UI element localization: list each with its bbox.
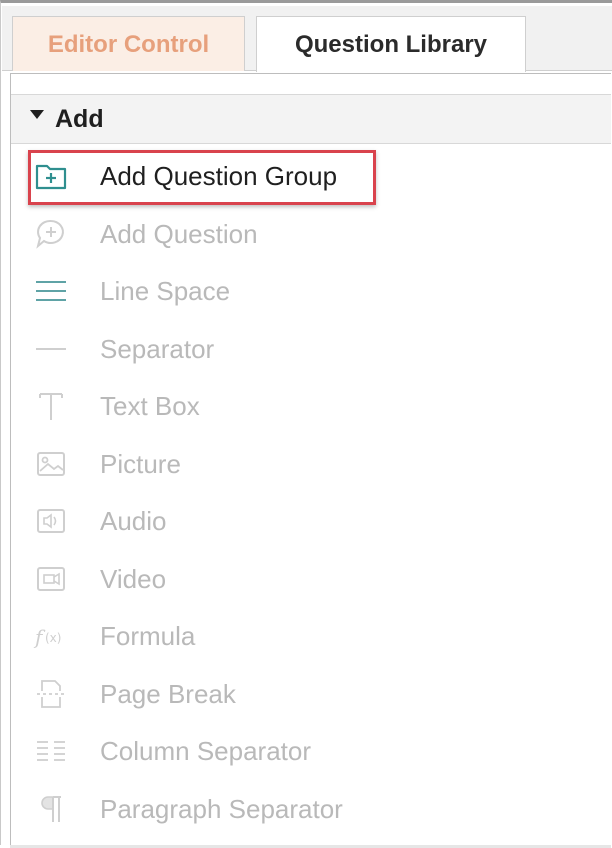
folder-plus-icon <box>33 158 69 194</box>
item-label: Line Space <box>100 276 231 306</box>
text-t-icon <box>33 388 69 424</box>
section-title: Add <box>55 105 104 133</box>
text-box-item[interactable]: Text Box <box>11 380 611 432</box>
tab-editor-control[interactable]: Editor Control <box>12 16 245 71</box>
item-label: Page Break <box>100 679 236 709</box>
line-space-item[interactable]: Line Space <box>11 265 611 317</box>
caret-down-icon <box>30 110 44 119</box>
video-item[interactable]: Video <box>11 553 611 605</box>
item-label: Separator <box>100 334 215 364</box>
audio-icon <box>33 503 69 539</box>
page-break-icon <box>33 676 69 712</box>
item-label: Picture <box>100 449 181 479</box>
video-icon <box>33 561 69 597</box>
audio-item[interactable]: Audio <box>11 495 611 547</box>
add-section-header[interactable]: Add <box>11 94 611 144</box>
separator-line-icon <box>33 331 69 367</box>
item-label: Add Question <box>100 219 258 249</box>
pilcrow-icon <box>33 791 69 827</box>
picture-item[interactable]: Picture <box>11 438 611 490</box>
add-question-item[interactable]: Add Question <box>11 208 611 260</box>
tab-bar: Editor Control Question Library <box>2 6 612 72</box>
question-library-panel: Add Add Question Group Add Question Line… <box>10 73 611 848</box>
formula-item[interactable]: f (x) Formula <box>11 610 611 662</box>
column-separator-icon <box>33 733 69 769</box>
item-label: Formula <box>100 621 196 651</box>
item-label: Paragraph Separator <box>100 794 343 824</box>
item-label: Add Question Group <box>100 161 338 191</box>
item-label: Audio <box>100 506 167 536</box>
separator-item[interactable]: Separator <box>11 323 611 375</box>
picture-icon <box>33 446 69 482</box>
item-label: Column Separator <box>100 736 311 766</box>
speech-plus-icon <box>33 216 69 252</box>
svg-text:(x): (x) <box>45 631 61 645</box>
paragraph-separator-item[interactable]: Paragraph Separator <box>11 783 611 835</box>
formula-fx-icon: f (x) <box>33 618 69 654</box>
item-label: Video <box>100 564 167 594</box>
line-space-icon <box>33 273 69 309</box>
question-panel-window: Editor Control Question Library Add Add … <box>0 0 612 848</box>
column-separator-item[interactable]: Column Separator <box>11 725 611 777</box>
item-label: Text Box <box>100 391 200 421</box>
add-question-group-item[interactable]: Add Question Group <box>11 150 611 202</box>
tab-question-library[interactable]: Question Library <box>256 16 526 72</box>
page-break-item[interactable]: Page Break <box>11 668 611 720</box>
